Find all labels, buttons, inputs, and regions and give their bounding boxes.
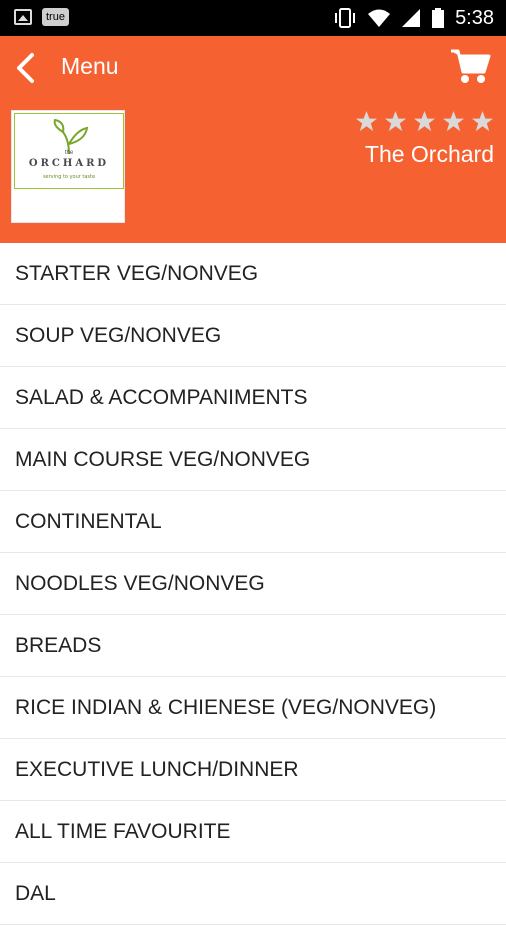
cart-icon	[451, 49, 491, 83]
star-icon	[413, 110, 436, 132]
star-icon	[442, 110, 465, 132]
menu-category-item[interactable]: SALAD & ACCOMPANIMENTS	[0, 367, 506, 429]
app-header: Menu the ORCHARD serving to your taste T…	[0, 36, 506, 243]
cart-button[interactable]	[448, 44, 492, 88]
status-time: 5:38	[455, 7, 494, 29]
vibrate-icon	[335, 8, 356, 28]
menu-category-list: STARTER VEG/NONVEG SOUP VEG/NONVEG SALAD…	[0, 243, 506, 925]
logo-the-text: the	[64, 150, 74, 156]
logo-tagline: serving to your taste	[42, 174, 96, 180]
chevron-left-icon	[17, 53, 34, 83]
menu-category-item[interactable]: MAIN COURSE VEG/NONVEG	[0, 429, 506, 491]
star-icon	[384, 110, 407, 132]
logo-brand-text: ORCHARD	[28, 158, 110, 169]
star-icon	[355, 110, 378, 132]
rating-stars	[355, 110, 494, 133]
menu-category-item[interactable]: EXECUTIVE LUNCH/DINNER	[0, 739, 506, 801]
page-title: Menu	[61, 53, 119, 79]
back-button[interactable]	[10, 50, 46, 86]
menu-category-item[interactable]: CONTINENTAL	[0, 491, 506, 553]
image-icon	[14, 9, 32, 25]
battery-icon	[432, 8, 445, 28]
status-bar: true 5:38	[0, 0, 506, 36]
menu-category-item[interactable]: SOUP VEG/NONVEG	[0, 305, 506, 367]
wifi-icon	[368, 9, 391, 27]
menu-category-item[interactable]: STARTER VEG/NONVEG	[0, 243, 506, 305]
star-icon	[471, 110, 494, 132]
true-badge: true	[42, 8, 69, 26]
menu-category-item[interactable]: ALL TIME FAVOURITE	[0, 801, 506, 863]
logo-frame: the ORCHARD serving to your taste	[14, 113, 124, 189]
menu-category-item[interactable]: RICE INDIAN & CHIENESE (VEG/NONVEG)	[0, 677, 506, 739]
restaurant-logo: the ORCHARD serving to your taste	[11, 110, 125, 223]
menu-category-item[interactable]: BREADS	[0, 615, 506, 677]
restaurant-name: The Orchard	[364, 141, 494, 167]
signal-icon	[402, 9, 421, 27]
menu-category-item[interactable]: NOODLES VEG/NONVEG	[0, 553, 506, 615]
menu-category-item[interactable]: DAL	[0, 863, 506, 925]
